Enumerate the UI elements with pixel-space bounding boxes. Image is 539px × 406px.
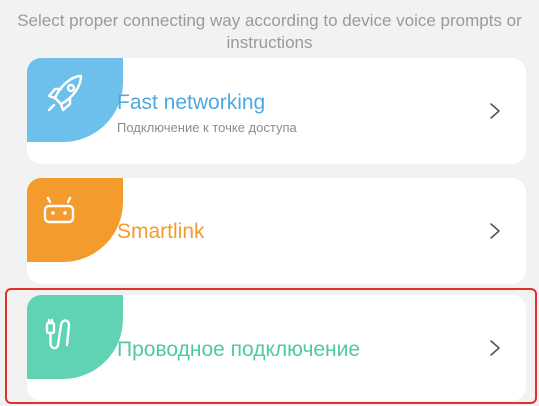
chevron-right-icon: [490, 340, 500, 356]
option-wired-connection[interactable]: Проводное подключение: [27, 295, 526, 401]
option-smartlink[interactable]: Smartlink: [27, 178, 526, 284]
option-icon-badge: [27, 58, 123, 142]
chevron-right-icon: [490, 103, 500, 119]
option-icon-badge: [27, 295, 123, 379]
option-title: Smartlink: [117, 220, 205, 243]
android-icon: [43, 196, 75, 224]
option-icon-badge: [27, 178, 123, 262]
cable-icon: [45, 318, 71, 350]
instructions-text: Select proper connecting way according t…: [17, 11, 522, 52]
chevron-right-icon: [490, 223, 500, 239]
option-title: Проводное подключение: [117, 338, 361, 361]
option-title: Fast networking: [117, 91, 266, 114]
connection-method-page: Select proper connecting way according t…: [0, 0, 539, 406]
rocket-icon: [47, 74, 83, 112]
option-subtitle: Подключение к точке доступа: [117, 120, 297, 135]
option-fast-networking[interactable]: Fast networking Подключение к точке дост…: [27, 58, 526, 164]
